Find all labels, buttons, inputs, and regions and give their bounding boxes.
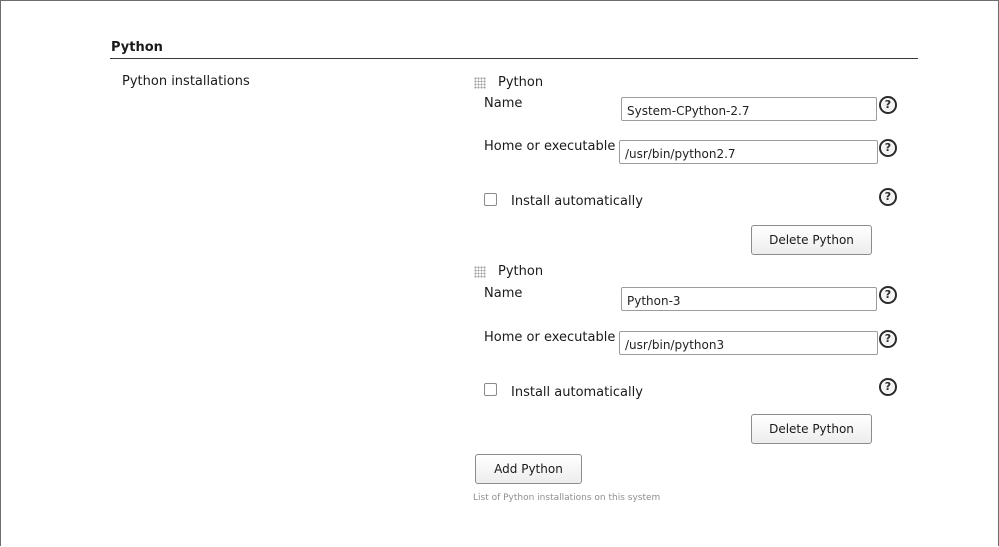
home-executable-input[interactable]: [619, 140, 878, 164]
install-automatically-label: Install automatically: [511, 194, 643, 209]
help-text: List of Python installations on this sys…: [473, 493, 661, 503]
help-icon[interactable]: ?: [879, 378, 897, 396]
home-label: Home or executable: [484, 139, 616, 154]
delete-python-button[interactable]: Delete Python: [751, 225, 872, 255]
installation-heading: Python: [498, 75, 544, 90]
python-installations-label: Python installations: [122, 74, 250, 89]
install-automatically-checkbox[interactable]: [484, 193, 497, 206]
home-executable-input[interactable]: [619, 331, 878, 355]
name-input[interactable]: [621, 97, 877, 121]
name-label: Name: [484, 96, 523, 111]
help-icon[interactable]: ?: [879, 139, 897, 157]
help-icon[interactable]: ?: [879, 286, 897, 304]
install-automatically-label: Install automatically: [511, 385, 643, 400]
installation-heading: Python: [498, 264, 544, 279]
add-python-button[interactable]: Add Python: [475, 454, 582, 484]
drag-handle-icon[interactable]: [474, 77, 486, 89]
name-input[interactable]: [621, 287, 877, 311]
delete-python-button[interactable]: Delete Python: [751, 414, 872, 444]
drag-handle-icon[interactable]: [474, 266, 486, 278]
help-icon[interactable]: ?: [879, 188, 897, 206]
help-icon[interactable]: ?: [879, 330, 897, 348]
home-label: Home or executable: [484, 330, 616, 345]
install-automatically-checkbox[interactable]: [484, 383, 497, 396]
section-divider: [110, 58, 918, 59]
section-title: Python: [111, 40, 163, 55]
name-label: Name: [484, 286, 523, 301]
help-icon[interactable]: ?: [879, 96, 897, 114]
